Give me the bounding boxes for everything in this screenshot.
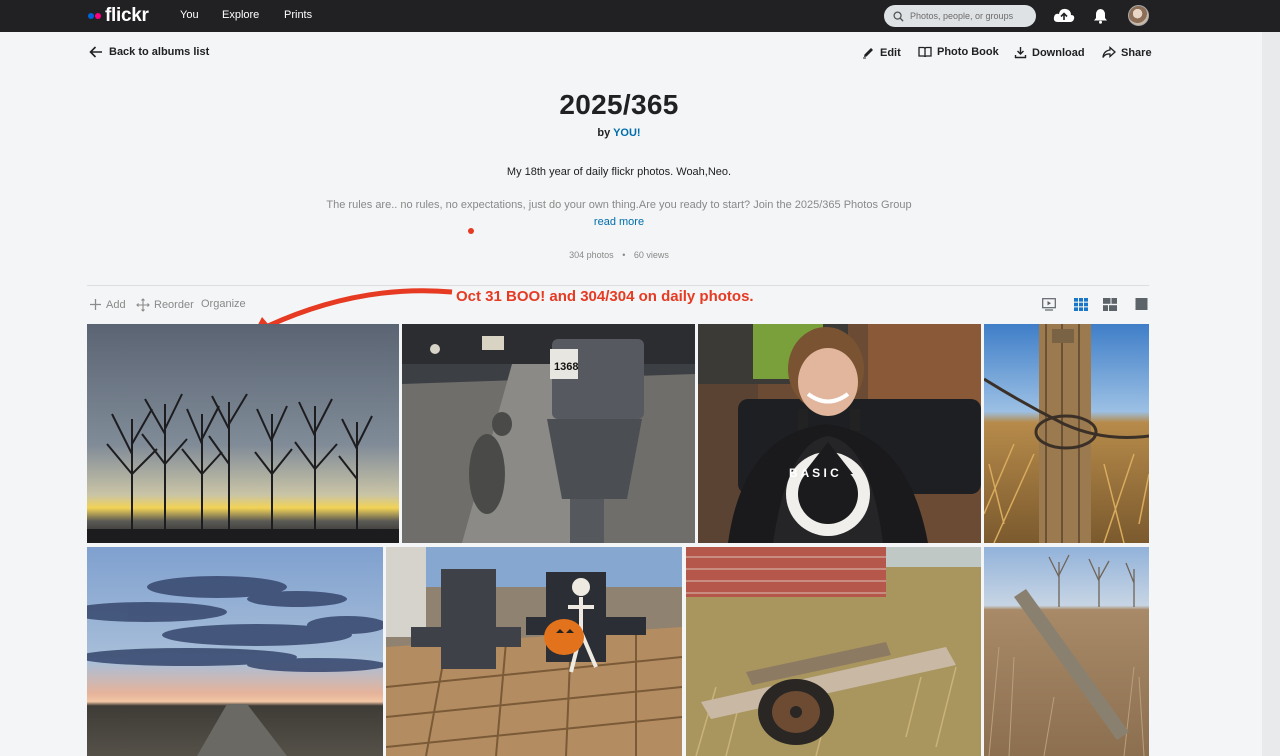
avatar[interactable] — [1128, 5, 1149, 26]
single-view-icon[interactable] — [1135, 298, 1149, 311]
reorder-label: Reorder — [154, 299, 194, 311]
justified-view-icon[interactable] — [1103, 298, 1117, 311]
slideshow-icon[interactable] — [1042, 298, 1056, 311]
svg-text:1368: 1368 — [554, 361, 578, 373]
woman-basic-witch-shirt-photo[interactable]: B A S I C — [698, 324, 981, 543]
prairie-road-sunset-photo[interactable] — [87, 547, 383, 756]
arrow-left-icon — [89, 46, 102, 58]
read-more-link[interactable]: read more — [0, 216, 1238, 228]
edit-label: Edit — [880, 46, 901, 59]
page-scrollbar-gutter[interactable] — [1262, 32, 1280, 756]
album-description-line2: The rules are.. no rules, no expectation… — [326, 199, 912, 211]
by-prefix: by — [597, 127, 611, 139]
photo-count: 304 photos — [569, 250, 614, 260]
nav-link-you[interactable]: You — [180, 9, 199, 21]
add-button[interactable]: Add — [89, 298, 126, 311]
svg-text:B A S I C: B A S I C — [789, 466, 839, 480]
back-label: Back to albums list — [109, 46, 210, 58]
album-description-line1: My 18th year of daily flickr photos. Woa… — [506, 166, 732, 178]
move-arrows-icon — [136, 298, 150, 312]
view-count: 60 views — [633, 250, 669, 260]
album-byline: by YOU! — [0, 127, 1238, 139]
plus-icon — [90, 299, 101, 310]
edit-button[interactable]: Edit — [862, 46, 901, 59]
logo-text: flickr — [105, 5, 149, 26]
sunset-trees-photo[interactable] — [87, 324, 399, 543]
parking-meter-photo[interactable]: 1368 — [402, 324, 695, 543]
download-button[interactable]: Download — [1014, 46, 1085, 59]
share-arrow-icon — [1102, 46, 1116, 58]
add-label: Add — [106, 298, 126, 311]
share-button[interactable]: Share — [1102, 46, 1152, 59]
share-label: Share — [1121, 46, 1152, 59]
reorder-button[interactable]: Reorder — [136, 298, 194, 312]
pencil-icon — [863, 48, 873, 59]
photo-book-label: Photo Book — [937, 46, 999, 58]
search-icon — [893, 10, 904, 22]
logo-blue-dot — [88, 13, 94, 19]
download-label: Download — [1032, 46, 1085, 59]
fence-post-barbed-wire-photo[interactable] — [984, 324, 1149, 543]
search-box[interactable] — [884, 5, 1036, 27]
skeleton-pumpkin-chairs-photo[interactable] — [386, 547, 682, 756]
notification-bell-icon[interactable] — [1093, 8, 1108, 24]
stats-separator: • — [622, 250, 626, 260]
leaning-post-field-photo[interactable] — [984, 547, 1149, 756]
organize-link[interactable]: Organize — [201, 298, 246, 310]
top-navigation-bar: flickr You Explore Prints — [0, 0, 1280, 32]
search-input[interactable] — [910, 11, 1030, 21]
grid-view-icon[interactable] — [1074, 298, 1088, 311]
logo-pink-dot — [95, 13, 101, 19]
nav-link-explore[interactable]: Explore — [222, 9, 259, 21]
organize-label: Organize — [201, 298, 246, 310]
broken-cart-wheel-photo[interactable] — [686, 547, 981, 756]
album-title: 2025/365 — [559, 89, 679, 120]
annotation-dot — [468, 228, 474, 234]
annotation-text: Oct 31 BOO! and 304/304 on daily photos. — [456, 288, 754, 305]
photo-book-button[interactable]: Photo Book — [918, 46, 999, 58]
owner-link[interactable]: YOU! — [613, 127, 641, 139]
album-stats: 304 photos • 60 views — [0, 250, 1238, 260]
back-to-albums-link[interactable]: Back to albums list — [89, 46, 209, 58]
flickr-logo[interactable]: flickr — [88, 5, 149, 26]
upload-cloud-icon[interactable] — [1053, 7, 1075, 24]
nav-link-prints[interactable]: Prints — [284, 9, 312, 21]
book-icon — [918, 46, 932, 58]
download-icon — [1014, 47, 1027, 59]
